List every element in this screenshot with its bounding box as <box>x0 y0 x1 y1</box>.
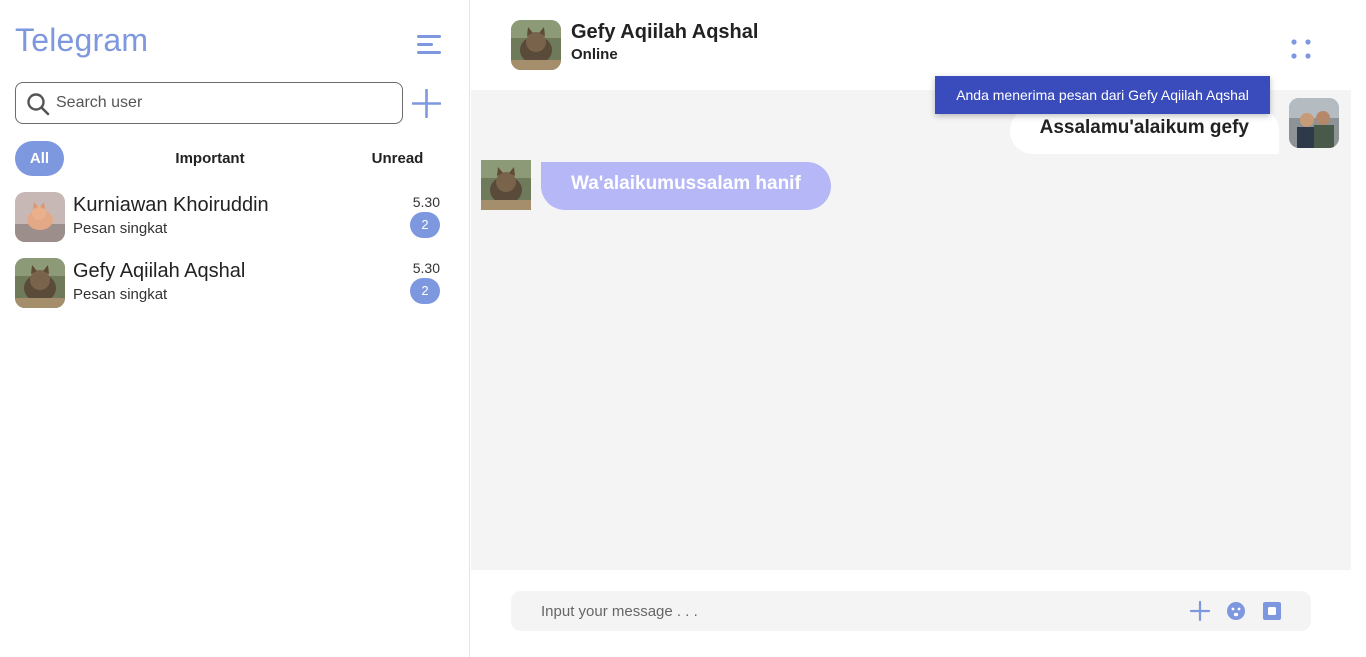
avatar[interactable] <box>511 20 561 70</box>
tab-unread[interactable]: Unread <box>360 141 435 176</box>
camera-icon[interactable] <box>1260 599 1284 623</box>
emoji-icon[interactable] <box>1224 599 1248 623</box>
contact-preview: Pesan singkat <box>73 220 168 237</box>
message-input[interactable] <box>541 601 1161 621</box>
tab-important[interactable]: Important <box>160 141 260 176</box>
app-title: Telegram <box>15 22 149 58</box>
avatar <box>15 192 65 242</box>
unread-badge: 2 <box>410 278 440 304</box>
notification-toast[interactable]: Anda menerima pesan dari Gefy Aqiilah Aq… <box>935 76 1270 114</box>
chat-panel: Gefy Aqiilah Aqshal Online Assalamu'alai… <box>471 0 1366 657</box>
outgoing-message: Assalamu'alaikum gefy <box>1009 108 1279 154</box>
contact-preview: Pesan singkat <box>73 286 168 303</box>
menu-lines-icon[interactable] <box>417 34 441 56</box>
dots-grid-icon[interactable] <box>1289 37 1313 61</box>
contact-time: 5.30 <box>412 194 440 210</box>
avatar <box>1289 98 1339 148</box>
tab-all[interactable]: All <box>15 141 64 176</box>
contact-item[interactable]: Kurniawan Khoiruddin Pesan singkat 5.30 … <box>15 192 443 244</box>
sidebar: Telegram All Important Unread Ku <box>0 0 470 657</box>
add-contact-plus-icon[interactable] <box>412 89 441 118</box>
contact-name: Gefy Aqiilah Aqshal <box>73 260 246 282</box>
chat-contact-status: Online <box>571 46 618 63</box>
chat-contact-name: Gefy Aqiilah Aqshal <box>571 21 759 43</box>
contact-item[interactable]: Gefy Aqiilah Aqshal Pesan singkat 5.30 2 <box>15 258 443 310</box>
search-icon <box>27 93 50 116</box>
search-box <box>15 82 403 124</box>
avatar <box>481 160 531 210</box>
unread-badge: 2 <box>410 212 440 238</box>
message-composer <box>471 570 1366 657</box>
search-input[interactable] <box>56 91 386 115</box>
contact-name: Kurniawan Khoiruddin <box>73 194 269 216</box>
avatar <box>15 258 65 308</box>
incoming-message: Wa'alaikumussalam hanif <box>541 162 831 210</box>
message-list: Assalamu'alaikum gefy Wa'alaikumussalam … <box>471 90 1351 570</box>
message-input-wrapper <box>511 591 1311 631</box>
plus-icon[interactable] <box>1188 599 1212 623</box>
contact-time: 5.30 <box>412 260 440 276</box>
